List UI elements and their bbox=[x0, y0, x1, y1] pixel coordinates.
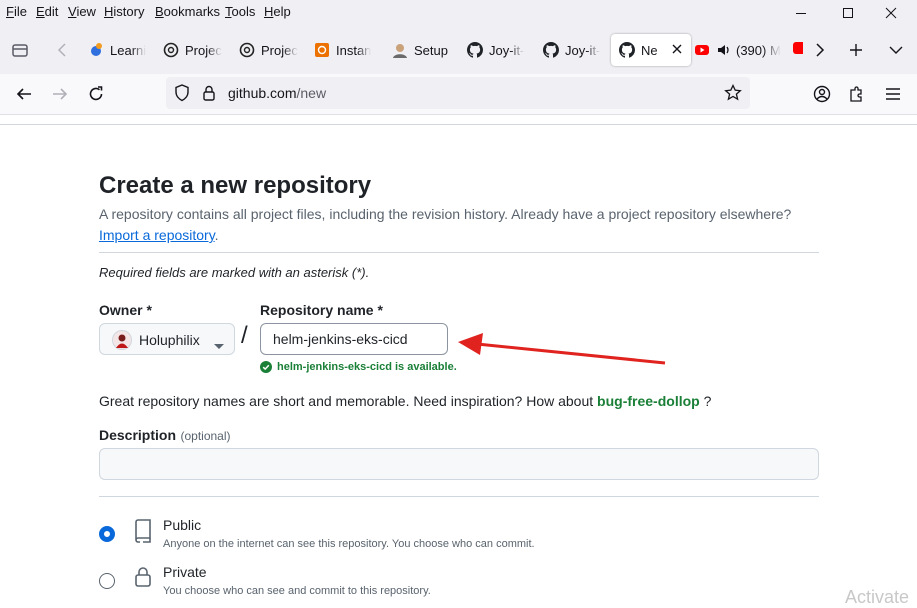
close-window-button[interactable] bbox=[868, 0, 914, 26]
description-input[interactable] bbox=[99, 448, 819, 480]
hamburger-menu-icon bbox=[886, 88, 900, 100]
openai-icon bbox=[239, 42, 255, 58]
youtube-icon bbox=[694, 42, 710, 58]
menu-tools[interactable]: Tools bbox=[225, 4, 255, 19]
owner-value: Holuphilix bbox=[139, 332, 200, 348]
chevron-left-icon bbox=[57, 43, 66, 57]
forward-button[interactable] bbox=[44, 78, 76, 110]
scroll-tabs-right-button[interactable] bbox=[804, 34, 836, 66]
repository-name-label: Repository name * bbox=[260, 302, 383, 318]
private-radio[interactable] bbox=[99, 573, 115, 589]
section-divider bbox=[99, 252, 819, 253]
github-icon bbox=[543, 42, 559, 58]
menu-view[interactable]: View bbox=[68, 4, 96, 19]
menu-help[interactable]: Help bbox=[264, 4, 291, 19]
repo-icon bbox=[134, 519, 152, 548]
menu-bar: File Edit View History Bookmarks Tools H… bbox=[0, 0, 917, 26]
reload-icon bbox=[89, 86, 103, 101]
bookmark-star-icon[interactable] bbox=[724, 83, 742, 107]
account-button[interactable] bbox=[806, 78, 838, 110]
page-subtitle: A repository contains all project files,… bbox=[99, 206, 792, 222]
tab-joy-it-1[interactable]: Joy-it- bbox=[459, 34, 531, 66]
tab-strip: Learni Projec Projec Instan Setup Joy-it… bbox=[0, 26, 917, 74]
address-bar[interactable]: github.com/new bbox=[166, 77, 750, 109]
tab-project-2[interactable]: Projec bbox=[231, 34, 303, 66]
arrow-left-icon bbox=[16, 88, 31, 100]
account-icon bbox=[813, 85, 831, 103]
page-header-border bbox=[0, 124, 917, 125]
minimize-icon bbox=[796, 13, 806, 14]
public-radio[interactable] bbox=[99, 526, 115, 542]
lock-icon[interactable] bbox=[202, 85, 216, 106]
puzzle-icon bbox=[850, 86, 862, 102]
tab-project-1[interactable]: Projec bbox=[155, 34, 227, 66]
openai-icon bbox=[163, 42, 179, 58]
tab-setup[interactable]: Setup bbox=[384, 34, 456, 66]
annotation-arrow-shaft bbox=[476, 342, 666, 365]
maximize-button[interactable] bbox=[825, 0, 871, 26]
lock-icon bbox=[134, 566, 152, 593]
chevron-down-icon bbox=[889, 46, 903, 54]
minimize-button[interactable] bbox=[778, 0, 824, 26]
close-icon bbox=[672, 44, 682, 54]
private-label: Private bbox=[163, 564, 207, 580]
avatar-icon bbox=[392, 42, 408, 58]
import-repository-link[interactable]: Import a repository bbox=[99, 227, 215, 243]
scroll-tabs-left-button[interactable] bbox=[46, 34, 78, 66]
tab-youtube[interactable]: (390) M bbox=[688, 34, 784, 66]
navigation-toolbar: github.com/new bbox=[0, 74, 917, 115]
tab-instances[interactable]: Instan bbox=[306, 34, 380, 66]
menu-history[interactable]: History bbox=[104, 4, 144, 19]
tab-overview-icon bbox=[12, 44, 28, 57]
tracking-protection-shield-icon[interactable] bbox=[174, 84, 190, 107]
app-menu-button[interactable] bbox=[877, 78, 909, 110]
speaker-icon bbox=[716, 42, 732, 58]
required-fields-note: Required fields are marked with an aster… bbox=[99, 265, 370, 280]
annotation-arrow bbox=[458, 333, 666, 365]
github-icon bbox=[619, 42, 635, 58]
close-icon bbox=[885, 7, 897, 19]
tab-overview-button[interactable] bbox=[4, 34, 36, 66]
youtube-icon-partial[interactable] bbox=[793, 42, 803, 54]
tab-joy-it-2[interactable]: Joy-it- bbox=[535, 34, 607, 66]
tab-learning[interactable]: Learni bbox=[80, 34, 152, 66]
availability-message: helm-jenkins-eks-cicd is available. bbox=[260, 361, 457, 373]
reload-button[interactable] bbox=[80, 78, 112, 110]
owner-repo-separator: / bbox=[241, 322, 248, 349]
import-line: Import a repository. bbox=[99, 227, 219, 243]
check-circle-icon bbox=[260, 361, 272, 373]
back-button[interactable] bbox=[8, 78, 40, 110]
new-tab-button[interactable] bbox=[840, 34, 872, 66]
tab-new-repository[interactable]: Ne bbox=[611, 34, 691, 66]
avatar bbox=[112, 330, 132, 355]
github-icon bbox=[467, 42, 483, 58]
caret-down-icon bbox=[214, 337, 224, 355]
chevron-right-icon bbox=[816, 43, 825, 57]
menu-file[interactable]: File bbox=[6, 4, 27, 19]
section-divider bbox=[99, 496, 819, 497]
annotation-arrow-head bbox=[458, 333, 483, 355]
learn-icon bbox=[88, 42, 104, 58]
url-text[interactable]: github.com/new bbox=[228, 85, 326, 101]
description-label: Description (optional) bbox=[99, 427, 231, 443]
public-label: Public bbox=[163, 517, 202, 533]
arrow-right-icon bbox=[53, 88, 68, 100]
list-all-tabs-button[interactable] bbox=[880, 34, 912, 66]
maximize-icon bbox=[843, 8, 853, 18]
menu-edit[interactable]: Edit bbox=[36, 4, 58, 19]
owner-select[interactable]: Holuphilix bbox=[99, 323, 235, 355]
close-tab-button[interactable] bbox=[671, 43, 683, 58]
owner-label: Owner * bbox=[99, 302, 152, 318]
aws-icon bbox=[314, 42, 330, 58]
public-description: Anyone on the internet can see this repo… bbox=[163, 538, 535, 550]
page-title: Create a new repository bbox=[99, 172, 372, 199]
repository-name-input[interactable] bbox=[260, 323, 448, 355]
menu-bookmarks[interactable]: Bookmarks bbox=[155, 4, 220, 19]
private-description: You choose who can see and commit to thi… bbox=[163, 585, 431, 597]
suggested-name[interactable]: bug-free-dollop bbox=[597, 393, 700, 409]
inspiration-text: Great repository names are short and mem… bbox=[99, 393, 712, 409]
plus-icon bbox=[850, 44, 862, 56]
extensions-button[interactable] bbox=[841, 78, 873, 110]
